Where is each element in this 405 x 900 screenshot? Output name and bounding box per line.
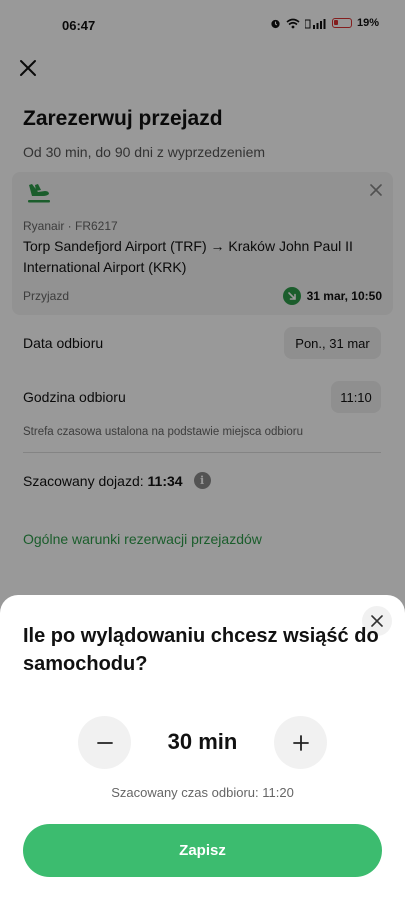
increase-button[interactable] (274, 716, 327, 769)
stepper-value: 30 min (167, 729, 238, 754)
plus-icon (292, 734, 309, 751)
minus-icon (96, 741, 113, 744)
estimated-pickup-time: Szacowany czas odbioru: 11:20 (111, 785, 294, 800)
decrease-button[interactable] (78, 716, 131, 769)
save-button[interactable]: Zapisz (23, 824, 382, 877)
sheet-title: Ile po wylądowaniu chcesz wsiąść do samo… (23, 625, 379, 675)
